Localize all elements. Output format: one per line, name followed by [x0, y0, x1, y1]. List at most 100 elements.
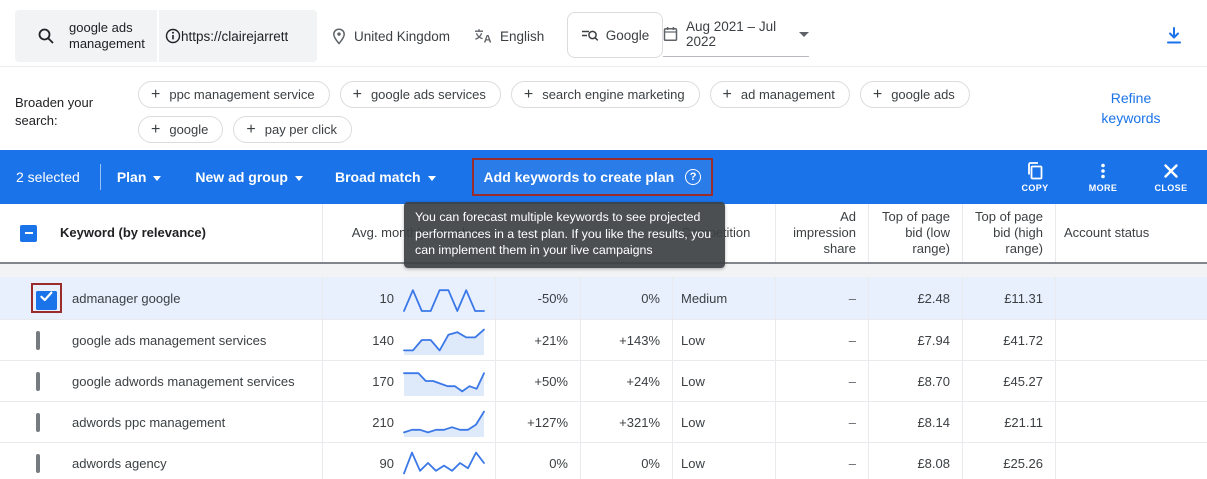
refine-keywords-link[interactable]: Refine keywords	[1093, 88, 1169, 128]
checkbox-wrapper	[36, 333, 40, 348]
download-button[interactable]	[1163, 25, 1187, 49]
keyword-text: google ads management services	[60, 320, 322, 360]
language-selector[interactable]: A English	[474, 10, 544, 62]
keyword-search-field[interactable]: google ads management	[15, 10, 157, 62]
table-row[interactable]: adwords agency900%0%Low–£8.08£25.26	[0, 443, 1207, 479]
row-checkbox[interactable]	[36, 413, 40, 432]
three-month-change-cell: +127%	[495, 402, 580, 442]
broaden-chip[interactable]: + google ads services	[340, 81, 501, 108]
competition-cell: Low	[672, 361, 775, 401]
forecast-tooltip: You can forecast multiple keywords to se…	[404, 202, 725, 268]
add-keywords-button[interactable]: Add keywords to create plan ?	[474, 159, 712, 195]
ad-impression-share-cell: –	[775, 277, 868, 319]
keyword-planner-page: google ads management https://clairejarr…	[0, 0, 1207, 479]
three-month-change-cell: -50%	[495, 277, 580, 319]
chip-label: ad management	[741, 87, 835, 102]
row-checkbox-cell	[0, 320, 60, 360]
search-volume-sparkline	[401, 365, 487, 397]
top-of-page-bid-high-cell: £45.27	[962, 361, 1055, 401]
three-month-change-cell: +50%	[495, 361, 580, 401]
more-vertical-icon	[1094, 162, 1112, 180]
keyword-text: admanager google	[60, 277, 322, 319]
keyword-search-group[interactable]: google ads management https://clairejarr…	[15, 10, 317, 62]
table-row[interactable]: google adwords management services170+50…	[0, 361, 1207, 402]
top-of-page-bid-high-cell: £11.31	[962, 277, 1055, 319]
network-selector[interactable]: Google	[567, 12, 663, 58]
ad-impression-share-cell: –	[775, 402, 868, 442]
url-filter-field[interactable]: https://clairejarrett	[159, 10, 317, 62]
header-keyword[interactable]: Keyword (by relevance)	[60, 204, 322, 262]
top-of-page-bid-low-cell: £2.48	[868, 277, 962, 319]
row-checkbox[interactable]	[36, 372, 40, 391]
avg-monthly-searches-cell: 210	[322, 402, 495, 442]
three-month-change-cell: +21%	[495, 320, 580, 360]
chip-label: google	[169, 122, 208, 137]
row-checkbox[interactable]	[36, 331, 40, 350]
table-row[interactable]: admanager google10-50%0%Medium–£2.48£11.…	[0, 277, 1207, 320]
more-button[interactable]: MORE	[1081, 162, 1125, 193]
broaden-chip[interactable]: + ad management	[710, 81, 850, 108]
broaden-chip[interactable]: +google ads	[860, 81, 970, 108]
table-row[interactable]: google ads management services140+21%+14…	[0, 320, 1207, 361]
location-selector[interactable]: United Kingdom	[332, 10, 450, 62]
broaden-chip[interactable]: + ppc management service	[138, 81, 330, 108]
info-icon	[165, 28, 181, 44]
header-account-status[interactable]: Account status	[1055, 204, 1207, 262]
match-type-dropdown[interactable]: Broad match	[335, 169, 436, 185]
chevron-down-icon	[295, 176, 303, 181]
table-row[interactable]: adwords ppc management210+127%+321%Low–£…	[0, 402, 1207, 443]
account-status-cell	[1055, 320, 1207, 360]
select-all-checkbox[interactable]	[20, 225, 37, 242]
toolbar-actions: COPY MORE CLOSE	[1013, 162, 1193, 193]
chip-label: pay per click	[265, 122, 337, 137]
top-of-page-bid-low-cell: £7.94	[868, 320, 962, 360]
yoy-change-cell: 0%	[580, 443, 672, 479]
broaden-search-section: Broaden your search: + ppc management ser…	[0, 68, 1207, 150]
avg-monthly-searches-cell: 170	[322, 361, 495, 401]
help-icon[interactable]: ?	[685, 169, 701, 185]
account-status-cell	[1055, 361, 1207, 401]
search-volume-sparkline	[401, 406, 487, 438]
plus-icon: +	[723, 86, 732, 104]
competition-cell: Medium	[672, 277, 775, 319]
broaden-chip[interactable]: +pay per click	[233, 116, 352, 143]
checkbox-wrapper	[36, 374, 40, 389]
yoy-change-cell: +24%	[580, 361, 672, 401]
search-icon	[37, 27, 55, 45]
broaden-chip[interactable]: + search engine marketing	[511, 81, 700, 108]
broaden-chip[interactable]: +google	[138, 116, 223, 143]
toolbar-divider	[100, 164, 101, 190]
copy-button[interactable]: COPY	[1013, 162, 1057, 193]
plus-icon: +	[151, 86, 160, 104]
broaden-search-label: Broaden your search:	[15, 94, 105, 130]
avg-monthly-searches-value: 140	[372, 333, 394, 348]
row-checkbox[interactable]	[36, 291, 57, 310]
row-checkbox-cell	[0, 443, 60, 479]
avg-monthly-searches-cell: 10	[322, 277, 495, 319]
date-range-selector[interactable]: Aug 2021 – Jul 2022	[663, 12, 809, 57]
network-search-icon	[581, 27, 599, 43]
chip-label: google ads services	[371, 87, 486, 102]
checkbox-wrapper	[36, 415, 40, 430]
checkbox-wrapper	[36, 456, 40, 471]
header-top-of-page-bid-low[interactable]: Top of page bid (low range)	[868, 204, 962, 262]
header-checkbox-cell	[0, 204, 60, 262]
row-checkbox[interactable]	[36, 454, 40, 473]
search-terms-value: google ads management	[69, 20, 157, 52]
translate-icon: A	[474, 28, 492, 44]
plus-icon: +	[353, 86, 362, 104]
chip-label: ppc management service	[169, 87, 314, 102]
new-ad-group-dropdown[interactable]: New ad group	[195, 169, 303, 185]
location-pin-icon	[332, 28, 346, 45]
plus-icon: +	[524, 86, 533, 104]
avg-monthly-searches-value: 90	[380, 456, 394, 471]
plan-dropdown[interactable]: Plan	[117, 169, 162, 185]
search-volume-sparkline	[401, 447, 487, 479]
chip-label: search engine marketing	[542, 87, 684, 102]
header-ad-impression-share[interactable]: Ad impression share	[775, 204, 868, 262]
check-icon	[38, 288, 55, 305]
table-body: admanager google10-50%0%Medium–£2.48£11.…	[0, 277, 1207, 479]
header-top-of-page-bid-high[interactable]: Top of page bid (high range)	[962, 204, 1055, 262]
close-button[interactable]: CLOSE	[1149, 162, 1193, 193]
avg-monthly-searches-value: 10	[380, 291, 394, 306]
